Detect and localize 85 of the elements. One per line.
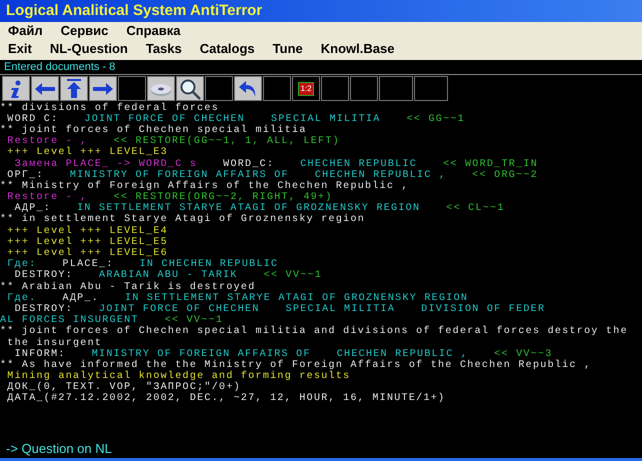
menu-item[interactable]: Knowl.Base — [320, 39, 394, 59]
log-note: ** joint forces of Chechen special militia and divisions of federal forces destroy the — [0, 327, 628, 338]
field-value: AL FORCES INSURGENT — [0, 316, 139, 326]
field-value: Где. — [6, 294, 37, 304]
field-value: JOINT FORCE OF CHECHEN — [99, 304, 260, 315]
menu-item[interactable]: Exit — [8, 39, 32, 59]
toolbar-button[interactable] — [89, 76, 117, 101]
restore-text: Restore - , — [6, 193, 88, 204]
field-label: АДР_: — [14, 204, 52, 214]
right-arrow-icon — [92, 82, 114, 96]
toolbar-button[interactable] — [350, 76, 378, 101]
prompt-text: -> Question on NL — [6, 440, 112, 458]
ratio-icon: 1:2 — [298, 82, 314, 96]
level-text: +++ Level +++ LEVEL_E5 — [6, 238, 168, 248]
reference-text: << RESTORE(GG~~1, 1, ALL, LEFT) — [114, 137, 340, 148]
toolbar-button[interactable] — [321, 76, 349, 101]
field-value: JOINT FORCE OF CHECHEN — [84, 114, 246, 125]
restore-text: Restore - , — [6, 137, 88, 148]
field-label: ДОК_(0, TEXT. VOP, "ЗАПРОС;"/0+) — [6, 383, 241, 394]
toolbar-button[interactable]: 1:2 — [292, 76, 320, 101]
window-title: Logical Analitical System AntiTerror — [6, 0, 262, 21]
field-value: CHECHEN REPUBLIC , — [336, 350, 468, 360]
toolbar-button[interactable] — [2, 76, 30, 101]
field-label: PLACE_: — [62, 260, 114, 270]
toolbar-button[interactable] — [31, 76, 59, 101]
field-value: MINISTRY OF FOREIGN AFFAIRS OF — [92, 350, 311, 360]
field-value: CHECHEN REPUBLIC — [300, 160, 418, 170]
restore-text: Замена PLACE_ -> WORD_C s — [14, 160, 198, 170]
level-text: +++ Level +++ LEVEL_E6 — [6, 249, 168, 260]
toolbar-button[interactable] — [234, 76, 262, 101]
field-value: DIVISION OF FEDER — [421, 304, 546, 315]
field-label: WORD_C: — [223, 160, 274, 170]
field-label: INFORM: — [14, 350, 66, 360]
toolbar-button[interactable] — [60, 76, 88, 101]
level-text: +++ Level +++ LEVEL_E3 — [6, 148, 168, 158]
menu-item[interactable]: Файл — [8, 21, 43, 41]
field-label: DESTROY: — [14, 304, 74, 315]
toolbar-button[interactable] — [379, 76, 413, 101]
menu-item[interactable]: Catalogs — [200, 39, 255, 59]
toolbar-button[interactable] — [176, 76, 204, 101]
field-label: АДР_. — [62, 294, 100, 304]
log-note: ** Arabian Abu - Tarik is destroyed — [0, 282, 256, 293]
reference-text: << WORD_TR_IN — [443, 160, 538, 170]
toolbar-button[interactable] — [118, 76, 146, 101]
field-value: CHECHEN REPUBLIC , — [314, 170, 446, 181]
reference-text: << GG~~1 — [406, 114, 465, 125]
field-value: IN SETTLEMENT STARYE ATAGI OF GROZNENSKY REGION — [125, 294, 468, 304]
toolbar-button[interactable] — [414, 76, 448, 101]
toolbar-button[interactable] — [205, 76, 233, 101]
log-note: ** joint forces of Chechen special militia — [0, 126, 307, 136]
field-label: ДАТА_(#27.12.2002, 2002, DEC., ~27, 12, HOUR, 16, MINUTE/1+) — [6, 394, 446, 404]
menu-item[interactable]: Справка — [126, 21, 180, 41]
undo-arrow-icon — [238, 78, 258, 98]
field-value: IN CHECHEN REPUBLIC — [140, 260, 278, 270]
level-text: +++ Level +++ LEVEL_E4 — [6, 226, 168, 237]
log-note: ** divisions of federal forces — [0, 104, 220, 114]
toolbar-button[interactable] — [263, 76, 291, 101]
menu-item[interactable]: Сервис — [60, 21, 108, 41]
field-value: IN SETTLEMENT STARYE ATAGI OF GROZNENSKY REGION — [77, 204, 420, 214]
reference-text: << VV~~1 — [264, 271, 322, 282]
menu-item[interactable]: NL-Question — [50, 39, 128, 59]
level-text: Mining analytical knowledge and forming results — [6, 372, 350, 382]
field-value: Где: — [6, 260, 37, 270]
field-value: SPECIAL MILITIA — [286, 304, 396, 315]
log-note: ** Ministry of Foreign Affairs of the Chechen Republic , — [0, 182, 409, 192]
status-text: Entered documents - 8 — [4, 62, 116, 72]
search-icon — [179, 78, 201, 100]
menu-item[interactable]: Tasks — [146, 39, 182, 59]
field-label: WORD C: — [7, 114, 58, 125]
reference-text: << VV~~3 — [494, 350, 553, 360]
field-label: ОРГ_: — [7, 170, 44, 181]
field-value: ARABIAN ABU - TARIK — [99, 271, 238, 282]
field-value: MINISTRY OF FOREIGN AFFAIRS OF — [70, 170, 289, 181]
field-label: DESTROY: — [14, 271, 74, 282]
field-value: SPECIAL MILITIA — [271, 114, 381, 125]
log-note: ** in settlement Starye Atagi of Groznensky region — [0, 215, 366, 226]
reference-text: << RESTORE(ORG~~2, RIGHT, 49+) — [114, 193, 333, 204]
log-note: the insurgent — [6, 338, 102, 349]
log-note: ** As have informed the the Ministry of Foreign Affairs of the Chechen Republic , — [0, 360, 592, 371]
menu-item[interactable]: Tune — [272, 39, 303, 59]
reference-text: << ORG~~2 — [472, 170, 538, 181]
left-arrow-icon — [34, 82, 56, 96]
reference-text: << VV~~1 — [164, 316, 224, 326]
reference-text: << CL~~1 — [446, 204, 505, 214]
up-arrow-icon — [66, 78, 82, 98]
